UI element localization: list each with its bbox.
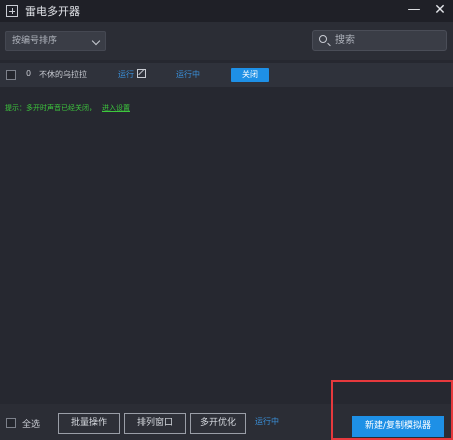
- settings-link[interactable]: 进入设置: [102, 104, 130, 112]
- sort-dropdown[interactable]: 按编号排序: [5, 31, 106, 51]
- sort-dropdown-value: 按编号排序: [12, 36, 58, 46]
- search-icon: [319, 35, 327, 43]
- search-placeholder: 搜索: [335, 35, 355, 46]
- create-copy-emulator-button[interactable]: 新建/复制模拟器: [352, 416, 444, 437]
- edit-icon[interactable]: [137, 69, 146, 78]
- arrange-windows-button[interactable]: 排列窗口: [124, 413, 186, 434]
- toolbar: 按编号排序 搜索: [0, 22, 453, 60]
- window-title: 雷电多开器: [25, 5, 80, 18]
- instance-row: 0 不休的乌拉拉 运行 运行中 关闭: [0, 63, 453, 87]
- instance-action-link[interactable]: 运行: [118, 69, 134, 80]
- instance-list: 0 不休的乌拉拉 运行 运行中 关闭 提示：多开时声音已经关闭， 进入设置: [0, 60, 453, 404]
- instance-checkbox[interactable]: [6, 70, 16, 80]
- close-window-button[interactable]: ✕: [432, 2, 448, 18]
- select-all-checkbox[interactable]: [6, 418, 16, 428]
- chevron-down-icon: [91, 36, 101, 46]
- tip-message: 提示：多开时声音已经关闭， 进入设置: [5, 103, 130, 113]
- search-input[interactable]: 搜索: [312, 30, 447, 51]
- instance-name: 不休的乌拉拉: [39, 70, 87, 79]
- multi-optimize-button[interactable]: 多开优化: [190, 413, 246, 434]
- instance-status: 运行中: [176, 70, 200, 79]
- minimize-button[interactable]: —: [406, 2, 422, 18]
- instance-index: 0: [26, 69, 32, 78]
- tip-text: 提示：多开时声音已经关闭，: [5, 104, 96, 112]
- batch-operation-button[interactable]: 批量操作: [58, 413, 120, 434]
- title-bar: 雷电多开器 — ✕: [0, 0, 453, 22]
- footer-bar: 全选 批量操作 排列窗口 多开优化 运行中 新建/复制模拟器: [0, 404, 453, 440]
- select-all-label[interactable]: 全选: [22, 417, 40, 430]
- close-instance-button[interactable]: 关闭: [231, 68, 269, 82]
- app-icon: [6, 5, 18, 17]
- footer-status: 运行中: [255, 417, 279, 426]
